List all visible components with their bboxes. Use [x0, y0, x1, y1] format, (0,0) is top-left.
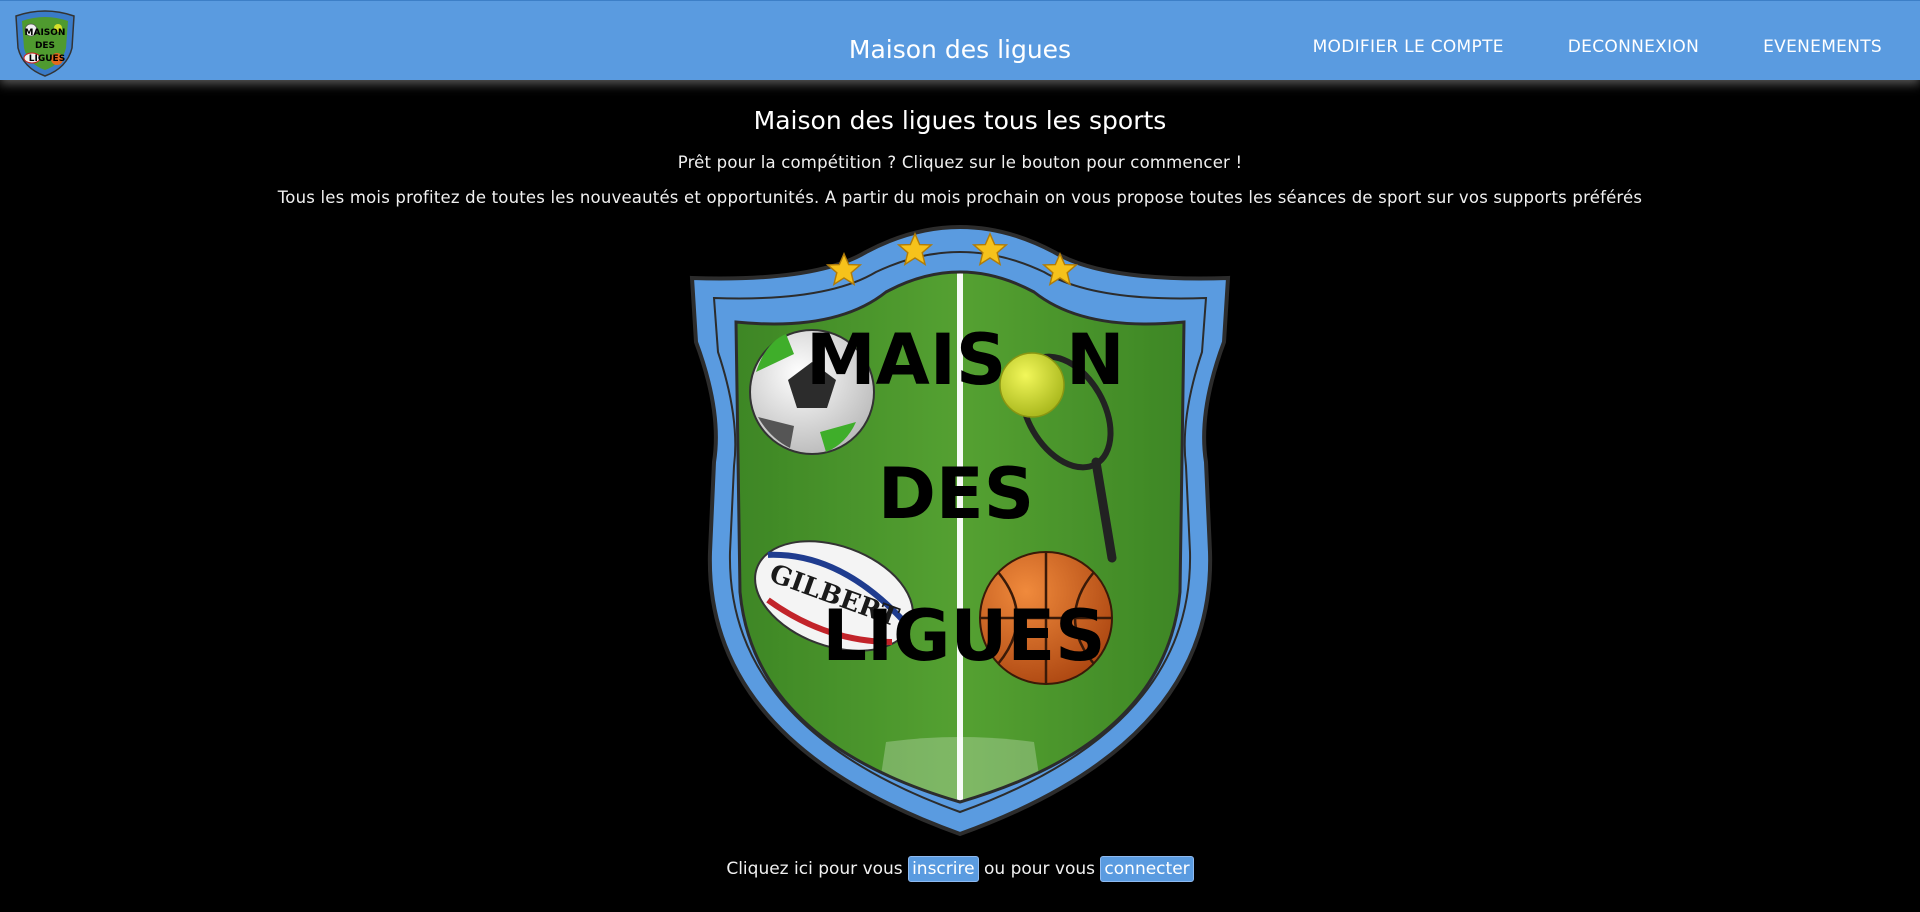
logo-text-line3: LIGUES: [29, 54, 65, 64]
register-button[interactable]: inscrire: [908, 856, 979, 882]
site-logo[interactable]: MAISON DES LIGUES: [12, 8, 78, 78]
nav-events[interactable]: EVENEMENTS: [1763, 37, 1882, 57]
page-description: Tous les mois profitez de toutes les nou…: [277, 188, 1643, 207]
page-subtitle: Prêt pour la compétition ? Cliquez sur l…: [677, 153, 1243, 172]
cta-prefix: Cliquez ici pour vous: [726, 859, 903, 879]
nav-logout[interactable]: DECONNEXION: [1568, 37, 1699, 57]
tennis-ball-icon: [999, 352, 1065, 418]
logo-text-line2: DES: [35, 41, 55, 51]
logo-text-line1: MAISON: [25, 28, 66, 38]
cta-middle: ou pour vous: [983, 859, 1096, 879]
main-nav: MODIFIER LE COMPTE DECONNEXION EVENEMENT…: [1313, 37, 1882, 57]
crest-text-line1: MAIS: [806, 319, 1006, 401]
crest-text-line1-end: N: [1066, 319, 1125, 401]
crest-text-line2: DES: [878, 453, 1034, 535]
nav-modify-account[interactable]: MODIFIER LE COMPTE: [1313, 37, 1504, 57]
crest-image: GILBERT MAIS N DES LIGUES: [689, 225, 1231, 837]
cta-line: Cliquez ici pour vous inscrire ou pour v…: [0, 856, 1920, 882]
top-navigation-bar: MAISON DES LIGUES Maison des ligues MODI…: [0, 0, 1920, 80]
page-headline: Maison des ligues tous les sports: [753, 106, 1167, 135]
crest-text-line3: LIGUES: [822, 595, 1105, 677]
login-button[interactable]: connecter: [1100, 856, 1194, 882]
